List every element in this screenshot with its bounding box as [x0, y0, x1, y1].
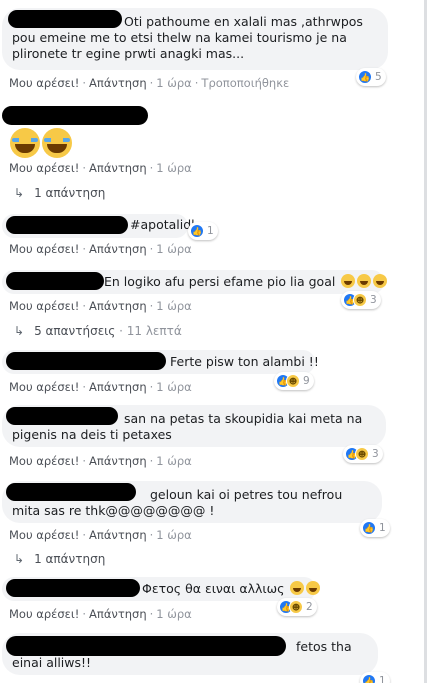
laughing-emoji-icon [290, 581, 305, 595]
timestamp[interactable]: 1 ώρα [156, 76, 191, 90]
like-link[interactable]: Μου αρέσει! [9, 454, 79, 468]
reply-arrow-icon: ↳ [14, 186, 25, 200]
timestamp[interactable]: 1 ώρα [156, 299, 191, 313]
edited-label: Τροποποιήθηκε [201, 76, 290, 90]
like-link[interactable]: Μου αρέσει! [9, 528, 79, 542]
redacted-author-name [6, 483, 136, 501]
comment-actions: Μου αρέσει! · Απάντηση · 1 ώρα [9, 242, 192, 256]
comment-text: Φετος θα ειναι αλλιως [142, 581, 321, 597]
timestamp[interactable]: 1 ώρα [156, 454, 191, 468]
comment-actions: Μου αρέσει! · Απάντηση · 1 ώρα [9, 607, 192, 621]
comment-text: En logiko afu persi efame pio lia goal [104, 274, 388, 290]
reaction-summary[interactable]: 👍 5 [356, 68, 386, 86]
reply-link[interactable]: Απάντηση [89, 380, 147, 394]
view-replies-link[interactable]: ↳ 5 απαντήσεις · 11 λεπτά [14, 324, 182, 338]
reply-link[interactable]: Απάντηση [89, 528, 147, 542]
view-replies-link[interactable]: ↳ 1 απάντηση [14, 186, 105, 200]
laughing-emoji-icon [357, 274, 372, 288]
reaction-summary[interactable]: 👍 ☻ 3 [341, 291, 381, 309]
haha-icon: ☻ [353, 293, 367, 307]
reply-link[interactable]: Απάντηση [89, 242, 147, 256]
reply-link[interactable]: Απάντηση [89, 76, 147, 90]
timestamp[interactable]: 1 ώρα [156, 242, 191, 256]
redacted-author-name [6, 352, 166, 370]
timestamp[interactable]: 1 ώρα [156, 528, 191, 542]
redacted-author-name [8, 10, 122, 28]
like-icon: 👍 [362, 521, 376, 535]
like-icon: 👍 [190, 224, 204, 238]
comment-actions: Μου αρέσει! · Απάντηση · 1 ώρα [9, 528, 192, 542]
comment-actions: Μου αρέσει! · Απάντηση · 1 ώρα [9, 299, 192, 313]
reaction-summary[interactable]: 👍 ☻ 9 [274, 372, 314, 390]
timestamp[interactable]: 1 ώρα [156, 380, 191, 394]
haha-icon: ☻ [289, 600, 303, 614]
like-link[interactable]: Μου αρέσει! [9, 76, 79, 90]
laughing-emoji-icon [341, 274, 356, 288]
redacted-author-name [6, 407, 118, 425]
reply-timestamp: 11 λεπτά [126, 324, 182, 338]
reply-link[interactable]: Απάντηση [89, 299, 147, 313]
tears-of-joy-emoji-icon [42, 128, 72, 158]
comment-actions: Μου αρέσει! · Απάντηση · 1 ώρα [9, 380, 192, 394]
haha-icon: ☻ [286, 374, 300, 388]
like-link[interactable]: Μου αρέσει! [9, 161, 79, 175]
reaction-summary[interactable]: 👍 1 [188, 222, 218, 240]
like-icon: 👍 [358, 70, 372, 84]
reaction-summary[interactable]: 👍 1 [360, 672, 390, 683]
timestamp[interactable]: 1 ώρα [156, 607, 191, 621]
like-link[interactable]: Μου αρέσει! [9, 607, 79, 621]
redacted-author-name [6, 579, 140, 597]
timestamp[interactable]: 1 ώρα [156, 161, 191, 175]
reaction-summary[interactable]: 👍 1 [360, 519, 390, 537]
redacted-author-name [6, 636, 286, 656]
laughing-emoji-icon [373, 274, 388, 288]
comment-text: Ferte pisw ton alambi !! [170, 354, 319, 369]
like-icon: 👍 [362, 674, 376, 683]
like-link[interactable]: Μου αρέσει! [9, 299, 79, 313]
emoji-comment [10, 128, 74, 161]
redacted-author-name [6, 272, 104, 290]
tears-of-joy-emoji-icon [10, 128, 40, 158]
comment-actions: Μου αρέσει! · Απάντηση · 1 ώρα · Τροποποιήθηκε [9, 76, 290, 90]
comment-actions: Μου αρέσει! · Απάντηση · 1 ώρα [9, 454, 192, 468]
view-replies-link[interactable]: ↳ 1 απάντηση [14, 552, 105, 566]
comment-actions: Μου αρέσει! · Απάντηση · 1 ώρα [9, 161, 192, 175]
reply-arrow-icon: ↳ [14, 552, 25, 566]
reaction-summary[interactable]: 👍 ☻ 3 [343, 445, 383, 463]
like-link[interactable]: Μου αρέσει! [9, 242, 79, 256]
haha-icon: ☻ [355, 447, 369, 461]
comment-text: #apotalidl [130, 217, 195, 232]
reply-link[interactable]: Απάντηση [89, 607, 147, 621]
redacted-author-name [2, 106, 148, 125]
redacted-author-name [6, 216, 128, 234]
laughing-emoji-icon [306, 581, 321, 595]
reply-link[interactable]: Απάντηση [89, 454, 147, 468]
reaction-summary[interactable]: 👍 ☻ 2 [277, 598, 317, 616]
reply-link[interactable]: Απάντηση [89, 161, 147, 175]
like-link[interactable]: Μου αρέσει! [9, 380, 79, 394]
reply-arrow-icon: ↳ [14, 324, 25, 338]
